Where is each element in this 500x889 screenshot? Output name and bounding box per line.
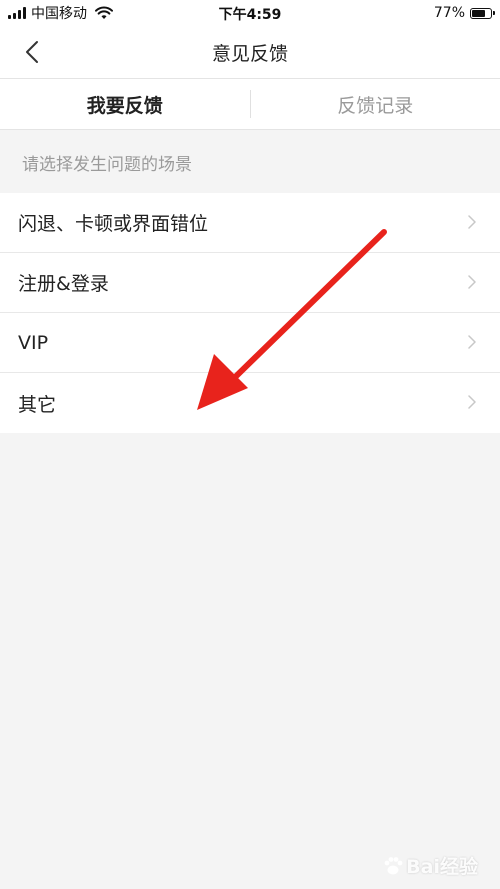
scenario-label: 闪退、卡顿或界面错位 (18, 213, 209, 235)
chevron-right-icon (468, 335, 476, 349)
watermark-text: Bai经验 (406, 856, 478, 878)
status-time: 下午4:59 (218, 7, 282, 23)
feedback-tabs: 我要反馈 反馈记录 (0, 78, 500, 130)
chevron-right-icon (468, 215, 476, 229)
annotation-arrow (197, 229, 387, 410)
scenario-item-other[interactable]: 其它 (0, 373, 500, 433)
status-bar: 中国移动 下午4:59 77% (0, 0, 500, 26)
scenario-list: 闪退、卡顿或界面错位 注册&登录 VIP 其它 (0, 193, 500, 433)
chevron-right-icon (468, 275, 476, 289)
battery-percent: 77% (433, 5, 465, 21)
scenario-item-crash[interactable]: 闪退、卡顿或界面错位 (0, 193, 500, 253)
page-title: 意见反馈 (211, 43, 288, 65)
scenario-item-vip[interactable]: VIP (0, 313, 500, 373)
battery-level-fill (472, 9, 485, 17)
chevron-right-icon (468, 395, 476, 409)
tab-feedback-history[interactable]: 反馈记录 (251, 79, 500, 129)
section-title: 请选择发生问题的场景 (22, 155, 192, 175)
battery-icon (470, 7, 495, 19)
paw-logo-icon (384, 856, 403, 874)
navigation-bar: 意见反馈 (0, 26, 500, 78)
scenario-item-login[interactable]: 注册&登录 (0, 253, 500, 313)
scenario-label: 注册&登录 (18, 273, 109, 295)
status-right: 77% (433, 4, 495, 22)
watermark: Bai经验 (382, 852, 478, 879)
scenario-label: 其它 (18, 393, 57, 416)
tab-submit-feedback[interactable]: 我要反馈 (0, 79, 250, 129)
scenario-label: VIP (18, 331, 49, 354)
